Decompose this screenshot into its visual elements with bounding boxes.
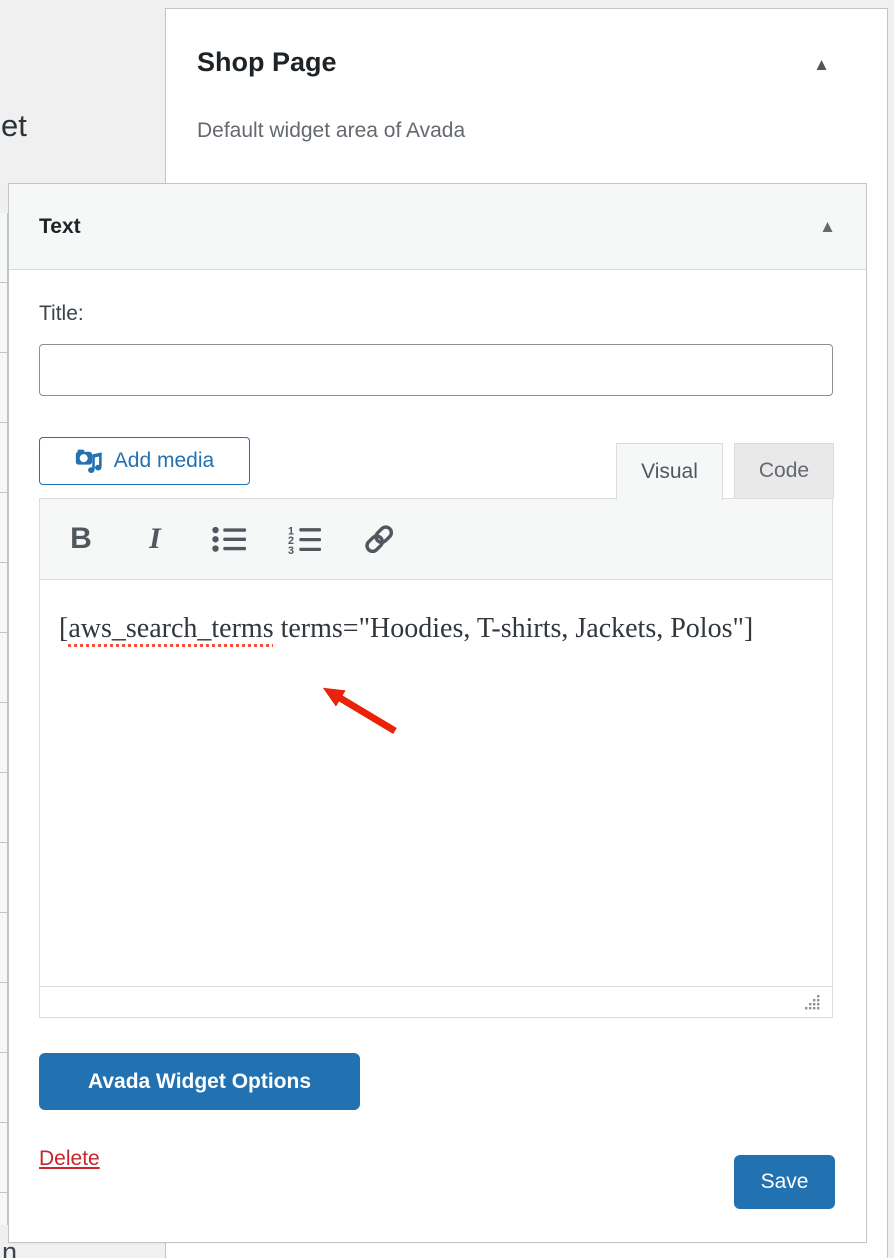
widget-area-title: Shop Page [197,47,337,78]
bold-icon: B [70,522,92,556]
covered-widget-list-strip [0,213,8,1225]
italic-button[interactable]: I [138,519,172,559]
editor-mode-tabs: Visual Code [616,443,834,500]
title-field-label: Title: [39,302,84,326]
partial-background-text-top: et [1,108,27,144]
editor-statusbar [40,986,832,1017]
title-input[interactable] [39,344,833,396]
collapse-arrow-icon[interactable]: ▲ [813,55,830,75]
bold-button[interactable]: B [64,519,98,559]
widgets-admin-screen: et n Shop Page Default widget area of Av… [0,0,894,1258]
avada-widget-options-button[interactable]: Avada Widget Options [39,1053,360,1110]
editor-content[interactable]: [aws_search_terms terms="Hoodies, T-shir… [40,580,832,986]
tab-visual[interactable]: Visual [616,443,723,500]
insert-link-button[interactable] [362,519,396,559]
shortcode-bracket: [ [59,613,68,644]
add-media-label: Add media [114,449,214,473]
numbered-list-icon: 1 2 3 [287,525,322,554]
annotation-arrow [310,665,420,745]
tab-visual-label: Visual [641,460,698,484]
media-icon [75,449,103,474]
numbered-list-button[interactable]: 1 2 3 [287,519,322,559]
svg-text:3: 3 [288,544,294,553]
visual-editor: B I 1 2 [39,498,833,1018]
tab-code-label: Code [759,459,809,483]
tab-code[interactable]: Code [734,443,834,498]
editor-toolbar: B I 1 2 [40,499,832,580]
widget-area-description: Default widget area of Avada [197,119,465,143]
collapse-arrow-icon[interactable]: ▲ [819,217,836,237]
resize-grip[interactable] [804,995,821,1010]
add-media-button[interactable]: Add media [39,437,250,485]
shortcode-attributes: terms="Hoodies, T-shirts, Jackets, Polos… [274,613,754,644]
shortcode-name-misspelled: aws_search_terms [68,613,273,644]
shortcode-paragraph: [aws_search_terms terms="Hoodies, T-shir… [59,604,813,654]
text-widget-title: Text [39,215,81,239]
bulleted-list-button[interactable] [212,519,247,559]
link-icon [362,522,396,556]
bulleted-list-icon [212,526,247,553]
delete-link[interactable]: Delete [39,1147,100,1171]
save-button[interactable]: Save [734,1155,835,1209]
text-widget-panel: Text ▲ Title: [8,183,867,1243]
italic-icon: I [149,522,161,556]
text-widget-header[interactable]: Text ▲ [9,184,866,270]
